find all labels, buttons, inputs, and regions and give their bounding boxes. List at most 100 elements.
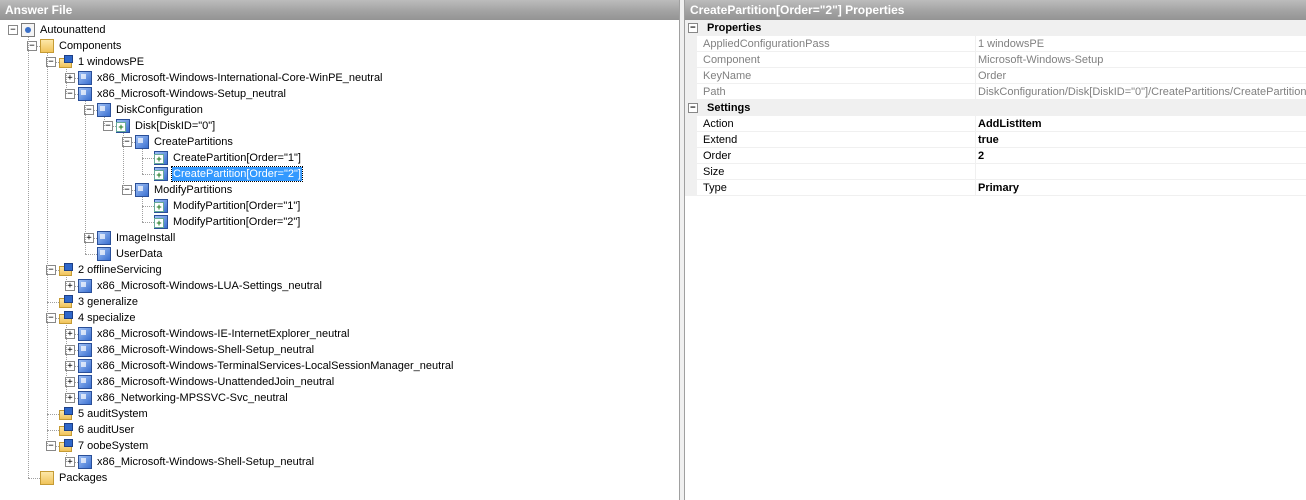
tree-node-label[interactable]: ModifyPartitions <box>153 183 233 197</box>
component-icon <box>135 183 149 197</box>
tree-node-label[interactable]: 2 offlineServicing <box>77 263 163 277</box>
tree-node-label[interactable]: UserData <box>115 247 163 261</box>
tree-node-label[interactable]: DiskConfiguration <box>115 103 204 117</box>
tree-node-label[interactable]: Packages <box>58 471 108 485</box>
tree-node-label[interactable]: x86_Microsoft-Windows-International-Core… <box>96 71 384 85</box>
tree-node[interactable]: − DiskConfiguration <box>0 102 679 118</box>
folder-icon <box>40 39 54 53</box>
tree-node[interactable]: + x86_Networking-MPSSVC-Svc_neutral <box>0 390 679 406</box>
tree-node-label[interactable]: x86_Microsoft-Windows-Setup_neutral <box>96 87 287 101</box>
tree-node-label[interactable]: 4 specialize <box>77 311 136 325</box>
answer-file-header: Answer File <box>0 0 679 20</box>
tree-node-label[interactable]: 1 windowsPE <box>77 55 145 69</box>
column-divider[interactable] <box>975 116 976 132</box>
tree-node[interactable]: ModifyPartition[Order="2"] <box>0 214 679 230</box>
tree-node[interactable]: −7 oobeSystem <box>0 438 679 454</box>
tree-node[interactable]: − x86_Microsoft-Windows-Setup_neutral <box>0 86 679 102</box>
component-icon <box>78 279 92 293</box>
tree-node[interactable]: −1 windowsPE <box>0 54 679 70</box>
property-row[interactable]: Extend true <box>685 132 1306 148</box>
property-value[interactable]: Primary <box>978 180 1306 196</box>
list-item-icon <box>154 199 168 213</box>
tree-node[interactable]: + x86_Microsoft-Windows-IE-InternetExplor… <box>0 326 679 342</box>
category-properties[interactable]: − Properties <box>685 20 1306 36</box>
tree-node[interactable]: 3 generalize <box>0 294 679 310</box>
tree-node-label[interactable]: x86_Microsoft-Windows-Shell-Setup_neutra… <box>96 343 315 357</box>
tree-node[interactable]: + x86_Microsoft-Windows-Shell-Setup_neutr… <box>0 454 679 470</box>
tree-node[interactable]: −Disk[DiskID="0"] <box>0 118 679 134</box>
property-grid: − Properties AppliedConfigurationPass 1 win… <box>685 20 1306 196</box>
property-row[interactable]: Type Primary <box>685 180 1306 196</box>
properties-header: CreatePartition[Order="2"] Properties <box>685 0 1306 20</box>
property-value[interactable]: true <box>978 132 1306 148</box>
tree-node[interactable]: + x86_Microsoft-Windows-Shell-Setup_neutr… <box>0 342 679 358</box>
tree-node[interactable]: + x86_Microsoft-Windows-UnattendedJoin_ne… <box>0 374 679 390</box>
tree-node[interactable]: − Autounattend <box>0 22 679 38</box>
tree-node[interactable]: 5 auditSystem <box>0 406 679 422</box>
tree-node[interactable]: + x86_Microsoft-Windows-TerminalServices-… <box>0 358 679 374</box>
property-row[interactable]: Component Microsoft-Windows-Setup <box>685 52 1306 68</box>
tree-node[interactable]: ModifyPartition[Order="1"] <box>0 198 679 214</box>
property-value: Order <box>978 70 1007 82</box>
tree-node[interactable]: + x86_Microsoft-Windows-LUA-Settings_neut… <box>0 278 679 294</box>
tree-node-label[interactable]: 3 generalize <box>77 295 139 309</box>
tree-node-label[interactable]: 7 oobeSystem <box>77 439 149 453</box>
column-divider[interactable] <box>975 164 976 180</box>
property-row[interactable]: Action AddListItem <box>685 116 1306 132</box>
tree-node[interactable]: + x86_Microsoft-Windows-International-Cor… <box>0 70 679 86</box>
tree-node[interactable]: + ImageInstall <box>0 230 679 246</box>
tree-node-label[interactable]: Autounattend <box>39 23 106 37</box>
property-name: Extend <box>703 134 738 146</box>
tree-node-label[interactable]: ImageInstall <box>115 231 176 245</box>
tree-node-label[interactable]: x86_Microsoft-Windows-TerminalServices-L… <box>96 359 454 373</box>
config-pass-icon <box>59 55 73 69</box>
column-divider[interactable] <box>975 84 976 100</box>
tree-node-label[interactable]: x86_Microsoft-Windows-LUA-Settings_neutr… <box>96 279 323 293</box>
column-divider[interactable] <box>975 180 976 196</box>
column-divider[interactable] <box>975 132 976 148</box>
tree-node-label[interactable]: CreatePartitions <box>153 135 234 149</box>
property-value[interactable]: AddListItem <box>978 116 1306 132</box>
tree-node-label[interactable]: x86_Microsoft-Windows-IE-InternetExplore… <box>96 327 351 341</box>
collapse-icon[interactable]: − <box>688 23 698 33</box>
tree-node[interactable]: 6 auditUser <box>0 422 679 438</box>
tree-node[interactable]: UserData <box>0 246 679 262</box>
tree-node-label[interactable]: x86_Microsoft-Windows-UnattendedJoin_neu… <box>96 375 335 389</box>
tree-node-label[interactable]: Disk[DiskID="0"] <box>134 119 216 133</box>
tree-node[interactable]: − ModifyPartitions <box>0 182 679 198</box>
tree-node[interactable]: Packages <box>0 470 679 486</box>
property-row[interactable]: Order 2 <box>685 148 1306 164</box>
property-value[interactable]: 2 <box>978 148 1306 164</box>
column-divider[interactable] <box>975 68 976 84</box>
property-row[interactable]: Path DiskConfiguration/Disk[DiskID="0"]/C… <box>685 84 1306 100</box>
property-row[interactable]: Size <box>685 164 1306 180</box>
tree-node-label[interactable]: ModifyPartition[Order="2"] <box>172 215 301 229</box>
tree-node[interactable]: −2 offlineServicing <box>0 262 679 278</box>
collapse-icon[interactable]: − <box>688 103 698 113</box>
tree-node[interactable]: − CreatePartitions <box>0 134 679 150</box>
tree-node-label[interactable]: CreatePartition[Order="1"] <box>172 151 302 165</box>
tree-node-label[interactable]: x86_Microsoft-Windows-Shell-Setup_neutra… <box>96 455 315 469</box>
tree-node-label[interactable]: ModifyPartition[Order="1"] <box>172 199 301 213</box>
column-divider[interactable] <box>975 52 976 68</box>
property-value: 1 windowsPE <box>978 38 1045 50</box>
tree-node[interactable]: − Components <box>0 38 679 54</box>
tree-node[interactable]: CreatePartition[Order="1"] <box>0 150 679 166</box>
collapse-icon[interactable]: − <box>8 25 18 35</box>
tree-node-label[interactable]: 5 auditSystem <box>77 407 149 421</box>
tree-node-label[interactable]: 6 auditUser <box>77 423 135 437</box>
tree-node-label-selected[interactable]: CreatePartition[Order="2"] <box>171 166 303 182</box>
property-row[interactable]: KeyName Order <box>685 68 1306 84</box>
tree-node[interactable]: CreatePartition[Order="2"] <box>0 166 679 182</box>
tree-node[interactable]: −4 specialize <box>0 310 679 326</box>
category-settings[interactable]: − Settings <box>685 100 1306 116</box>
property-value: DiskConfiguration/Disk[DiskID="0"]/Creat… <box>978 86 1306 98</box>
tree-node-label[interactable]: x86_Networking-MPSSVC-Svc_neutral <box>96 391 289 405</box>
column-divider[interactable] <box>975 36 976 52</box>
tree-connector-line <box>47 53 48 446</box>
property-row[interactable]: AppliedConfigurationPass 1 windowsPE <box>685 36 1306 52</box>
answer-file-tree[interactable]: − Autounattend − Components −1 windowsPE + x86… <box>0 20 679 500</box>
tree-node-label[interactable]: Components <box>58 39 122 53</box>
column-divider[interactable] <box>975 148 976 164</box>
property-name: Type <box>703 182 727 194</box>
